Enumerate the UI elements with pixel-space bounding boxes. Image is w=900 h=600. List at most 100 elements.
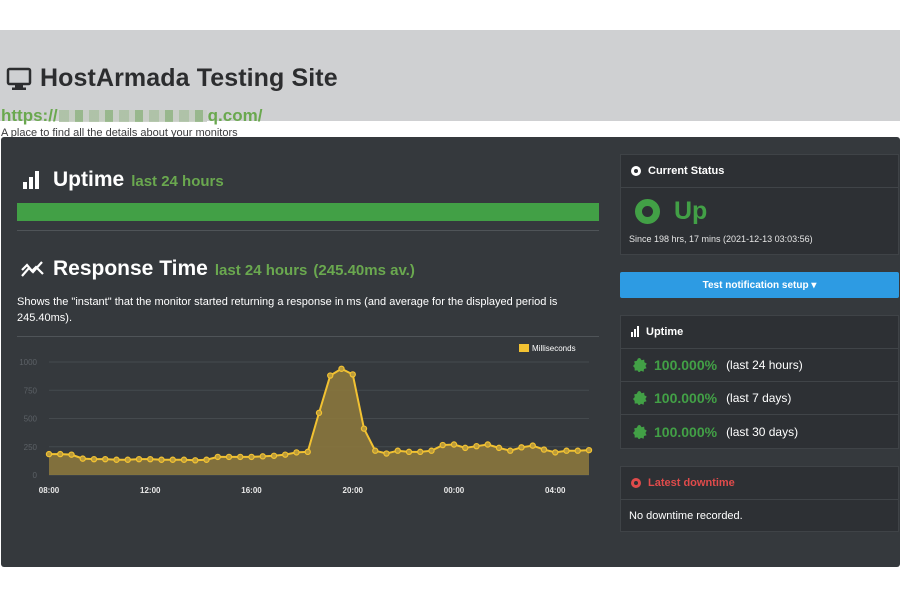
uptime-percent: 100.000% [654, 357, 718, 373]
legend-label: Milliseconds [532, 344, 576, 353]
y-tick-label: 1000 [19, 358, 37, 367]
x-tick-label: 08:00 [39, 486, 60, 495]
y-tick-label: 500 [24, 415, 38, 424]
page-header: HostArmada Testing Site https:// q.com/ … [0, 30, 900, 139]
x-tick-label: 12:00 [140, 486, 161, 495]
certificate-icon [633, 358, 647, 372]
test-notification-button[interactable]: Test notification setup ▾ [620, 272, 899, 298]
legend-swatch [519, 344, 529, 352]
dot-circle-icon [631, 166, 641, 176]
data-point [529, 442, 536, 449]
x-tick-label: 20:00 [343, 486, 364, 495]
uptime-percent: 100.000% [654, 423, 718, 440]
data-point [113, 456, 120, 463]
uptime-period: (last 7 days) [726, 391, 792, 405]
data-point [439, 441, 446, 449]
uptime-heading: Uptime last 24 hours [22, 168, 224, 192]
bar-chart-icon [631, 326, 639, 337]
data-point [507, 447, 514, 454]
data-point [270, 452, 278, 459]
data-point [417, 448, 424, 456]
url-redacted [58, 110, 207, 122]
monitor-panel: Uptime last 24 hours Response Time last … [1, 137, 900, 567]
site-url[interactable]: https:// q.com/ [1, 106, 262, 126]
data-point [349, 371, 356, 378]
site-title: HostArmada Testing Site [40, 64, 338, 92]
uptime-period: (last 30 days) [726, 424, 799, 439]
response-time-heading: Response Time last 24 hours (245.40ms av… [21, 257, 415, 281]
latest-downtime-message: No downtime recorded. [629, 509, 743, 522]
data-point [518, 444, 525, 451]
data-point [304, 448, 311, 456]
y-tick-label: 0 [33, 471, 38, 480]
y-tick-label: 250 [24, 443, 38, 452]
monitor-icon [6, 67, 32, 90]
data-point [372, 447, 379, 454]
data-point [102, 455, 109, 463]
url-prefix: https:// [1, 106, 58, 125]
data-point [360, 425, 368, 432]
uptime-card: Uptime 100.000% (last 24 hours) 100.000%… [620, 315, 899, 449]
data-point [383, 450, 390, 457]
uptime-title: Uptime [53, 168, 125, 191]
x-tick-label: 16:00 [241, 486, 262, 495]
data-point [428, 447, 435, 454]
data-point [394, 447, 401, 454]
status-ring-icon [635, 198, 660, 224]
data-point [169, 456, 176, 463]
data-point [574, 447, 581, 454]
data-point [282, 451, 289, 458]
data-point [293, 449, 300, 456]
uptime-row: 100.000% (last 24 hours) [621, 349, 898, 382]
response-time-title: Response Time [53, 257, 208, 280]
response-time-subtitle: last 24 hours [214, 262, 308, 279]
data-point [248, 453, 255, 461]
uptime-subtitle: last 24 hours [131, 173, 224, 190]
uptime-card-title: Uptime [646, 326, 684, 338]
uptime-row: 100.000% (last 7 days) [621, 382, 898, 415]
data-point [552, 449, 559, 456]
current-status-card: Current Status Up Since 198 hrs, 17 mins… [620, 154, 899, 255]
data-point [57, 450, 64, 458]
data-point [203, 456, 210, 463]
divider [17, 230, 599, 231]
status-since: Since 198 hrs, 17 mins (2021-12-13 03:03… [629, 234, 813, 244]
url-suffix: q.com/ [207, 106, 263, 125]
data-point [135, 455, 143, 463]
x-tick-label: 04:00 [545, 486, 566, 495]
bar-chart-icon [23, 171, 39, 189]
data-point [147, 455, 154, 463]
y-tick-label: 750 [24, 386, 38, 395]
data-point [327, 372, 334, 379]
data-point [45, 450, 53, 458]
dot-circle-icon [631, 478, 641, 488]
x-tick-label: 00:00 [444, 486, 465, 495]
data-point [495, 444, 503, 452]
certificate-icon [633, 391, 647, 405]
data-point [158, 456, 165, 463]
data-point [225, 453, 233, 461]
data-point [338, 365, 345, 372]
data-point [315, 409, 323, 417]
latest-downtime-title: Latest downtime [648, 477, 735, 489]
data-point [405, 448, 413, 456]
data-point [68, 451, 75, 458]
data-point [450, 441, 458, 448]
data-point [180, 456, 188, 463]
status-row: Up [621, 188, 898, 234]
uptime-period: (last 24 hours) [726, 358, 803, 372]
uptime-card-header: Uptime [621, 316, 898, 349]
data-point [563, 447, 570, 454]
uptime-percent: 100.000% [654, 390, 718, 406]
uptime-bar [17, 203, 599, 221]
trend-icon [21, 261, 44, 277]
status-label: Up [674, 196, 708, 225]
data-point [473, 442, 480, 450]
certificate-icon [633, 424, 647, 439]
data-point [79, 455, 86, 462]
data-point [462, 444, 469, 452]
data-point [237, 453, 244, 461]
response-time-description: Shows the "instant" that the monitor sta… [17, 296, 558, 324]
response-time-average: (245.40ms av.) [313, 262, 415, 279]
data-point [192, 457, 199, 464]
